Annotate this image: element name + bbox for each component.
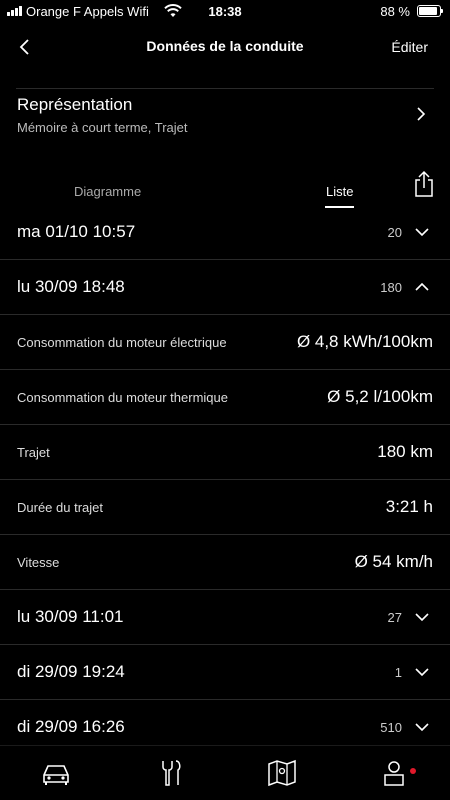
representation-subtitle: Mémoire à court terme, Trajet — [17, 120, 188, 135]
detail-row-thermal-consumption: Consommation du moteur thermique Ø 5,2 l… — [0, 370, 450, 425]
chevron-down-icon — [415, 228, 429, 237]
trip-header[interactable]: lu 30/09 18:48 180 — [0, 260, 450, 315]
share-button[interactable] — [412, 170, 436, 198]
edit-button[interactable]: Éditer — [391, 39, 428, 55]
chevron-down-icon — [415, 613, 429, 622]
profile-icon — [384, 761, 404, 786]
tab-profile[interactable] — [378, 759, 410, 787]
page-title: Données de la conduite — [146, 38, 304, 54]
detail-value: Ø 4,8 kWh/100km — [296, 332, 433, 351]
tab-list[interactable]: Liste — [325, 184, 355, 208]
representation-title: Représentation — [17, 95, 133, 114]
trip-list: ma 01/10 10:57 20 lu 30/09 18:48 180 Con… — [0, 205, 450, 755]
detail-row-distance: Trajet 180 km — [0, 425, 450, 480]
trip-date: ma 01/10 10:57 — [17, 222, 136, 241]
divider — [16, 88, 434, 89]
bottom-tab-bar — [0, 745, 450, 800]
tab-car[interactable] — [40, 759, 72, 787]
map-icon — [268, 759, 296, 787]
detail-value: Ø 5,2 l/100km — [327, 387, 433, 406]
detail-row-duration: Durée du trajet 3:21 h — [0, 480, 450, 535]
trip-date: lu 30/09 11:01 — [17, 607, 124, 626]
trip-date: di 29/09 19:24 — [17, 662, 125, 681]
detail-label: Consommation du moteur thermique — [17, 390, 228, 405]
detail-row-speed: Vitesse Ø 54 km/h — [0, 535, 450, 590]
trip-date: di 29/09 16:26 — [17, 717, 125, 736]
tab-diagram[interactable]: Diagramme — [74, 184, 141, 199]
battery-percentage: 88 % — [380, 4, 410, 19]
battery-icon — [417, 5, 443, 17]
car-icon — [43, 765, 69, 785]
chevron-up-icon — [415, 282, 429, 291]
trip-date: lu 30/09 18:48 — [17, 277, 125, 296]
detail-row-electric-consumption: Consommation du moteur électrique Ø 4,8 … — [0, 315, 450, 370]
navigation-bar: Données de la conduite Éditer — [0, 24, 450, 70]
share-icon — [415, 170, 433, 197]
notification-dot — [410, 768, 416, 774]
representation-selector[interactable]: Représentation Mémoire à court terme, Tr… — [0, 92, 450, 142]
detail-value: Ø 54 km/h — [354, 552, 433, 571]
detail-label: Durée du trajet — [17, 500, 103, 515]
tools-icon — [162, 760, 181, 786]
detail-label: Trajet — [17, 445, 50, 460]
trip-distance: 1 — [394, 665, 402, 680]
trip-distance: 180 — [380, 280, 402, 295]
tab-service[interactable] — [154, 759, 186, 787]
detail-value: 3:21 h — [385, 497, 433, 516]
chevron-right-icon — [417, 107, 426, 121]
chevron-down-icon — [415, 668, 429, 677]
detail-value: 180 km — [377, 442, 433, 461]
detail-label: Vitesse — [17, 555, 60, 570]
trip-distance: 510 — [380, 720, 402, 735]
trip-header[interactable]: di 29/09 19:24 1 — [0, 645, 450, 700]
chevron-down-icon — [415, 723, 429, 732]
trip-header[interactable]: ma 01/10 10:57 20 — [0, 205, 450, 260]
trip-distance: 27 — [387, 610, 402, 625]
trip-distance: 20 — [387, 225, 402, 240]
detail-label: Consommation du moteur électrique — [17, 335, 227, 350]
trip-header[interactable]: lu 30/09 11:01 27 — [0, 590, 450, 645]
status-bar: Orange F Appels Wifi 18:38 88 % — [0, 0, 450, 24]
tab-list-label: Liste — [326, 184, 354, 199]
tab-map[interactable] — [266, 759, 298, 787]
